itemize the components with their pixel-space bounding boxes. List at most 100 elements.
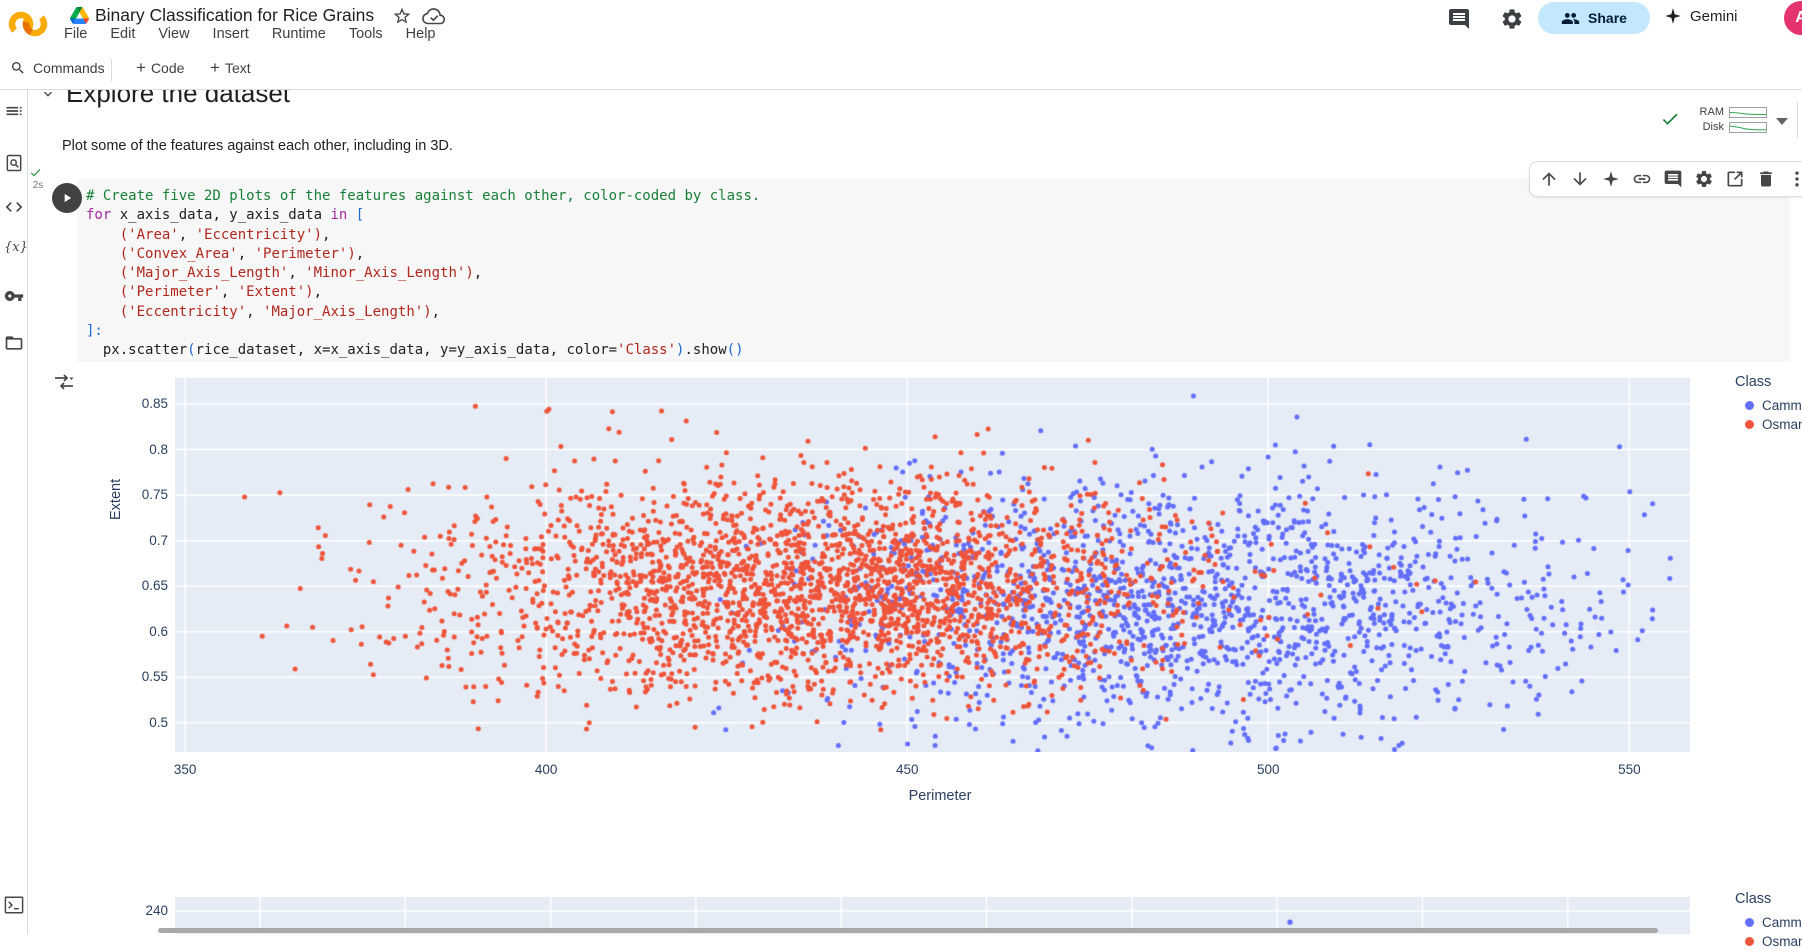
resource-dropdown-caret[interactable] [1776, 118, 1788, 125]
horizontal-scrollbar[interactable] [158, 928, 1658, 933]
share-people-icon [1561, 9, 1580, 28]
chart-legend: Class Cammeo Osmancik [1735, 374, 1802, 434]
files-folder-icon[interactable] [4, 333, 24, 353]
y-tick-label: 0.6 [118, 624, 168, 639]
notebook-toolbar: Commands + Code + Text RAM Disk [0, 50, 1802, 90]
code-line: ('Perimeter', 'Extent'), [86, 283, 760, 302]
menu-item-tools[interactable]: Tools [349, 26, 383, 42]
gemini-label: Gemini [1690, 8, 1738, 25]
legend-marker [1745, 401, 1754, 410]
add-text-button[interactable]: + Text [210, 60, 251, 76]
add-comment-icon[interactable] [1663, 169, 1683, 189]
share-button[interactable]: Share [1538, 2, 1650, 34]
second-chart-legend: Class Cammeo Osmancik [1735, 891, 1802, 951]
menu-item-help[interactable]: Help [406, 26, 436, 42]
menu-item-runtime[interactable]: Runtime [272, 26, 326, 42]
cell-success-check-icon [28, 166, 43, 179]
variables-icon[interactable]: {x} [4, 240, 24, 260]
code-line: ('Eccentricity', 'Major_Axis_Length'), [86, 303, 760, 322]
legend-entry-osmancik[interactable]: Osmancik [1735, 415, 1802, 434]
account-avatar[interactable]: A [1784, 1, 1802, 35]
runtime-connected-check-icon [1660, 109, 1680, 129]
cell-settings-gear-icon[interactable] [1694, 169, 1714, 189]
menu-item-file[interactable]: File [64, 26, 87, 42]
settings-gear-icon[interactable] [1500, 7, 1524, 31]
gemini-button[interactable]: Gemini [1664, 7, 1738, 25]
find-and-replace-icon[interactable] [4, 153, 24, 173]
code-line: for x_axis_data, y_axis_data in [ [86, 206, 760, 225]
code-snippets-icon[interactable] [4, 197, 24, 217]
menu-item-view[interactable]: View [158, 26, 189, 42]
mirror-cell-in-tab-icon[interactable] [1725, 169, 1745, 189]
disk-label: Disk [1690, 121, 1724, 133]
x-tick-label: 400 [516, 762, 576, 777]
delete-cell-icon[interactable] [1756, 169, 1776, 189]
resource-monitor[interactable]: RAM Disk [1690, 105, 1767, 134]
y-tick-label: 0.5 [118, 715, 168, 730]
y-axis-title: Extent [108, 479, 124, 520]
legend-label: Cammeo [1762, 398, 1802, 413]
x-tick-label: 500 [1238, 762, 1298, 777]
table-of-contents-icon[interactable] [4, 101, 24, 121]
legend-label: Osmancik [1762, 417, 1802, 432]
disk-usage-sparkline [1729, 122, 1767, 133]
toolbar-right-divider [1797, 102, 1798, 138]
drive-file-icon [70, 7, 89, 24]
secrets-key-icon[interactable] [4, 286, 24, 306]
left-sidebar-rail: {x} [0, 90, 28, 934]
ram-label: RAM [1690, 106, 1724, 118]
add-code-button[interactable]: + Code [136, 60, 184, 76]
comments-icon[interactable] [1447, 7, 1471, 31]
command-palette-button[interactable]: Commands [10, 60, 105, 76]
cloud-saved-icon[interactable] [422, 7, 446, 26]
x-tick-label: 350 [155, 762, 215, 777]
colab-notebook-page: { "header": { "title": "Binary Classific… [0, 0, 1802, 934]
second-chart-y-tick-label: 240 [118, 903, 168, 918]
y-tick-label: 0.8 [118, 442, 168, 457]
y-tick-label: 0.65 [118, 578, 168, 593]
markdown-paragraph: Plot some of the features against each o… [62, 138, 453, 154]
legend-entry-osmancik[interactable]: Osmancik [1735, 932, 1802, 951]
menu-item-edit[interactable]: Edit [110, 26, 135, 42]
output-settings-icon[interactable] [52, 370, 76, 394]
terminal-icon[interactable] [4, 896, 24, 916]
move-cell-down-icon[interactable] [1570, 169, 1590, 189]
code-line: ]: [86, 322, 760, 341]
legend-title: Class [1735, 374, 1802, 390]
colab-logo[interactable] [8, 8, 48, 40]
code-line: ('Area', 'Eccentricity'), [86, 226, 760, 245]
menu-item-insert[interactable]: Insert [213, 26, 249, 42]
gemini-cell-sparkle-icon[interactable] [1601, 169, 1621, 189]
plus-icon: + [210, 60, 220, 76]
cell-exec-time: 2s [28, 180, 48, 191]
legend-title: Class [1735, 891, 1802, 907]
legend-entry-cammeo[interactable]: Cammeo [1735, 913, 1802, 932]
code-line: # Create five 2D plots of the features a… [86, 187, 760, 206]
plus-icon: + [136, 60, 146, 76]
x-tick-label: 550 [1599, 762, 1659, 777]
legend-label: Cammeo [1762, 915, 1802, 930]
run-cell-button[interactable] [52, 183, 82, 213]
copy-link-to-cell-icon[interactable] [1632, 169, 1652, 189]
code-line: px.scatter(rice_dataset, x=x_axis_data, … [86, 341, 760, 360]
y-tick-label: 0.55 [118, 669, 168, 684]
more-cell-actions-icon[interactable] [1787, 169, 1802, 189]
scatter-plot-canvas[interactable] [175, 378, 1690, 752]
commands-label: Commands [33, 60, 105, 76]
cell-toolbar [1529, 161, 1802, 197]
move-cell-up-icon[interactable] [1539, 169, 1559, 189]
y-tick-label: 0.75 [118, 487, 168, 502]
notebook-title[interactable]: Binary Classification for Rice Grains [95, 5, 374, 26]
star-icon[interactable] [392, 6, 412, 26]
cell-execution-indicator: 2s [28, 166, 48, 191]
menubar: File Edit View Insert Runtime Tools Help [64, 26, 436, 42]
code-editor[interactable]: # Create five 2D plots of the features a… [86, 187, 760, 361]
play-icon [60, 191, 74, 205]
toolbar-divider [111, 59, 112, 81]
ram-usage-sparkline [1729, 107, 1767, 118]
legend-entry-cammeo[interactable]: Cammeo [1735, 396, 1802, 415]
gemini-sparkle-icon [1664, 7, 1682, 25]
legend-label: Osmancik [1762, 934, 1802, 949]
code-line: ('Convex_Area', 'Perimeter'), [86, 245, 760, 264]
scatter-plot-output [175, 378, 1690, 752]
